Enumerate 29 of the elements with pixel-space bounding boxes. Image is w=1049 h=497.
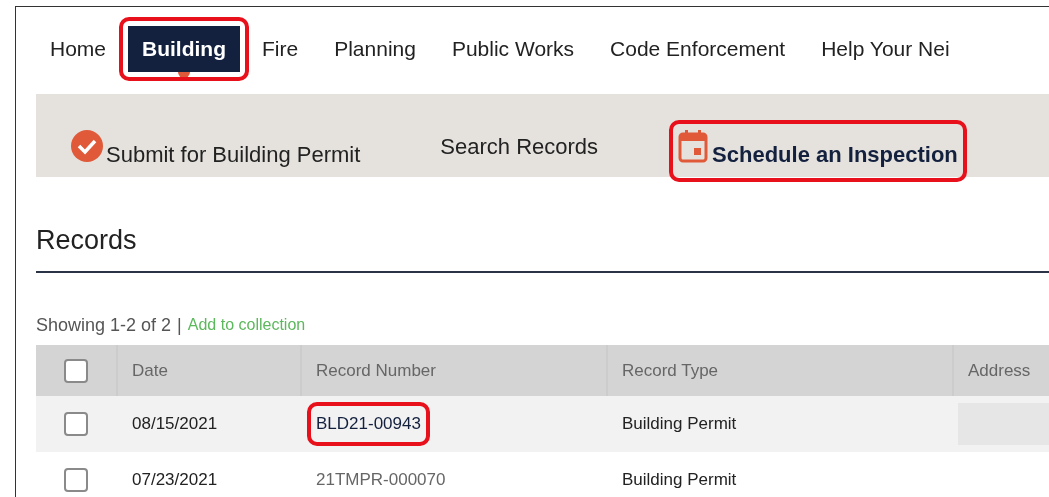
nav-tab[interactable]: Help Your Nei [807, 26, 964, 72]
table-cell: Building Permit [622, 414, 737, 434]
nav-tab[interactable]: Fire [248, 26, 313, 72]
calendar-icon [678, 129, 709, 163]
record-link[interactable]: BLD21-00943 [316, 414, 421, 434]
subnav-link[interactable]: Search Records [440, 130, 599, 163]
checkbox[interactable] [64, 412, 88, 436]
caret-icon [178, 72, 190, 78]
subnav-link[interactable]: Submit for Building Permit [70, 129, 361, 173]
table-cell: Building Permit [622, 470, 737, 490]
checkbox[interactable] [64, 358, 88, 383]
subnav-link[interactable]: Schedule an Inspection [678, 129, 958, 173]
column-header[interactable]: Address [968, 357, 1031, 384]
nav-tab[interactable]: Building [128, 26, 240, 72]
check-circle-icon [70, 129, 104, 163]
checkbox[interactable] [64, 468, 88, 492]
column-header[interactable]: Record Type [622, 357, 719, 384]
record-link[interactable]: 21TMPR-000070 [316, 470, 446, 490]
results-count: Showing 1-2 of 2 [36, 313, 172, 337]
nav-tab[interactable]: Home [36, 26, 121, 72]
table-cell: 08/15/2021 [132, 414, 218, 434]
nav-tab[interactable]: Code Enforcement [596, 26, 800, 72]
column-header[interactable]: Record Number [316, 357, 436, 384]
table-cell: 07/23/2021 [132, 470, 218, 490]
nav-tab[interactable]: Planning [320, 26, 430, 72]
page-heading: Records [36, 224, 138, 257]
separator: | [177, 313, 182, 337]
nav-tab[interactable]: Public Works [437, 26, 589, 72]
column-header[interactable]: Date [132, 357, 168, 384]
